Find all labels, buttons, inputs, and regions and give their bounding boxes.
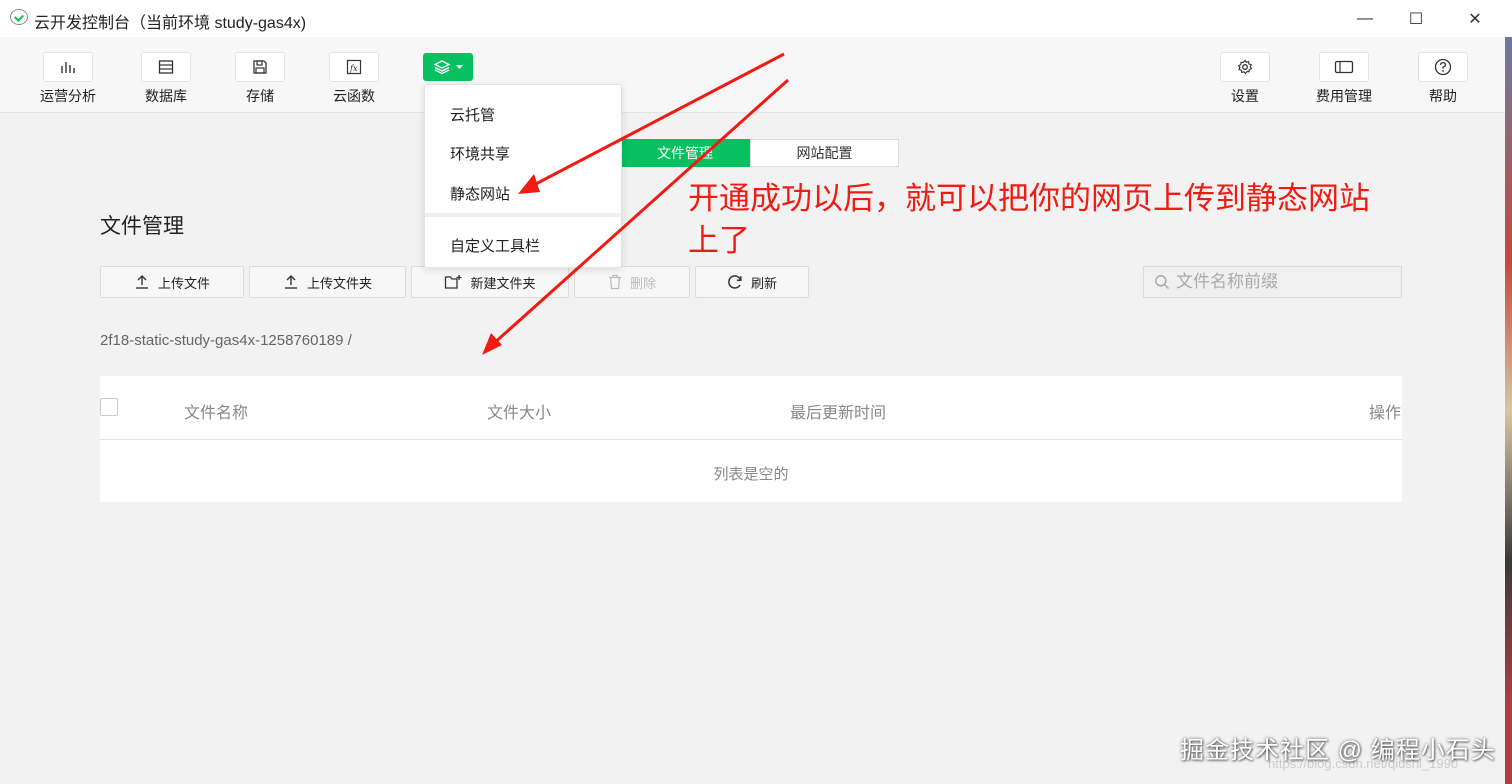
maximize-button[interactable]: ☐ <box>1393 0 1439 37</box>
file-table: 文件名称 文件大小 最后更新时间 操作 列表是空的 <box>100 376 1402 502</box>
toolbar-billing-label: 费用管理 <box>1316 88 1372 104</box>
table-header: 文件名称 文件大小 最后更新时间 操作 <box>100 376 1402 440</box>
delete-label: 删除 <box>629 275 656 291</box>
bar-chart-icon <box>43 52 93 82</box>
gear-icon <box>1220 52 1270 82</box>
title-bar: 云开发控制台（当前环境 study-gas4x) — ☐ ✕ <box>0 0 1512 37</box>
app-logo-icon <box>10 9 28 25</box>
new-folder-button[interactable]: 新建文件夹 <box>411 266 569 298</box>
page-title: 文件管理 <box>100 215 184 238</box>
window-title: 云开发控制台（当前环境 study-gas4x) <box>34 15 307 32</box>
caret-down-icon <box>456 64 463 69</box>
toolbar-storage[interactable]: 存储 <box>220 52 300 106</box>
upload-icon <box>135 275 148 289</box>
toolbar-functions[interactable]: fx 云函数 <box>314 52 394 106</box>
search-box[interactable] <box>1143 266 1402 298</box>
column-header-filesize[interactable]: 文件大小 <box>487 399 551 423</box>
annotation-text: 开通成功以后，就可以把你的网页上传到静态网站上了 <box>688 181 1370 258</box>
select-all-checkbox[interactable] <box>100 398 118 416</box>
search-input[interactable] <box>1176 272 1396 292</box>
menu-divider <box>425 213 621 217</box>
toolbar: 运营分析 数据库 存储 fx 云函数 设置 费用管理 帮助 <box>0 37 1505 113</box>
toolbar-functions-label: 云函数 <box>333 88 375 104</box>
minimize-button[interactable]: — <box>1342 0 1388 37</box>
more-features-dropdown: 云托管 环境共享 静态网站 自定义工具栏 <box>424 84 622 268</box>
refresh-button[interactable]: 刷新 <box>695 266 809 298</box>
tab-site-config[interactable]: 网站配置 <box>750 139 899 167</box>
content-tabs: 文件管理 网站配置 <box>620 139 899 167</box>
trash-icon <box>608 274 621 290</box>
menu-item-env-share[interactable]: 环境共享 <box>450 143 510 164</box>
layers-icon <box>433 60 451 75</box>
search-icon <box>1155 275 1170 290</box>
menu-item-static-website[interactable]: 静态网站 <box>450 183 510 204</box>
database-icon <box>141 52 191 82</box>
upload-folder-label: 上传文件夹 <box>306 275 372 291</box>
help-icon <box>1418 52 1468 82</box>
storage-icon <box>235 52 285 82</box>
toolbar-billing[interactable]: 费用管理 <box>1304 52 1384 106</box>
background-window-edge <box>1505 37 1512 784</box>
toolbar-database[interactable]: 数据库 <box>126 52 206 106</box>
toolbar-help-label: 帮助 <box>1429 88 1457 104</box>
column-header-actions: 操作 <box>1369 405 1402 422</box>
toolbar-help[interactable]: 帮助 <box>1403 52 1483 106</box>
more-features-button[interactable] <box>423 53 473 81</box>
watermark: 掘金技术社区 @ 编程小石头 <box>1180 737 1496 764</box>
close-button[interactable]: ✕ <box>1452 0 1498 37</box>
upload-file-button[interactable]: 上传文件 <box>100 266 244 298</box>
svg-text:fx: fx <box>349 64 358 73</box>
column-header-filename[interactable]: 文件名称 <box>184 399 248 423</box>
breadcrumb[interactable]: 2f18-static-study-gas4x-1258760189 / <box>100 332 352 349</box>
upload-folder-button[interactable]: 上传文件夹 <box>249 266 406 298</box>
empty-state-text: 列表是空的 <box>713 466 789 483</box>
upload-icon <box>284 275 297 289</box>
toolbar-analytics-label: 运营分析 <box>40 88 96 104</box>
toolbar-analytics[interactable]: 运营分析 <box>28 52 108 106</box>
refresh-label: 刷新 <box>750 275 777 291</box>
new-folder-label: 新建文件夹 <box>470 275 536 291</box>
menu-item-customize-toolbar[interactable]: 自定义工具栏 <box>450 235 540 256</box>
folder-add-icon <box>445 275 462 289</box>
toolbar-settings-label: 设置 <box>1231 88 1259 104</box>
column-header-updated[interactable]: 最后更新时间 <box>790 399 886 423</box>
toolbar-settings[interactable]: 设置 <box>1205 52 1285 106</box>
function-icon: fx <box>329 52 379 82</box>
upload-file-label: 上传文件 <box>157 275 210 291</box>
delete-button[interactable]: 删除 <box>574 266 690 298</box>
toolbar-storage-label: 存储 <box>246 88 274 104</box>
refresh-icon <box>728 275 742 289</box>
menu-item-cloud-hosting[interactable]: 云托管 <box>450 104 495 125</box>
billing-icon <box>1319 52 1369 82</box>
tab-file-management[interactable]: 文件管理 <box>620 139 750 167</box>
toolbar-database-label: 数据库 <box>145 88 187 104</box>
